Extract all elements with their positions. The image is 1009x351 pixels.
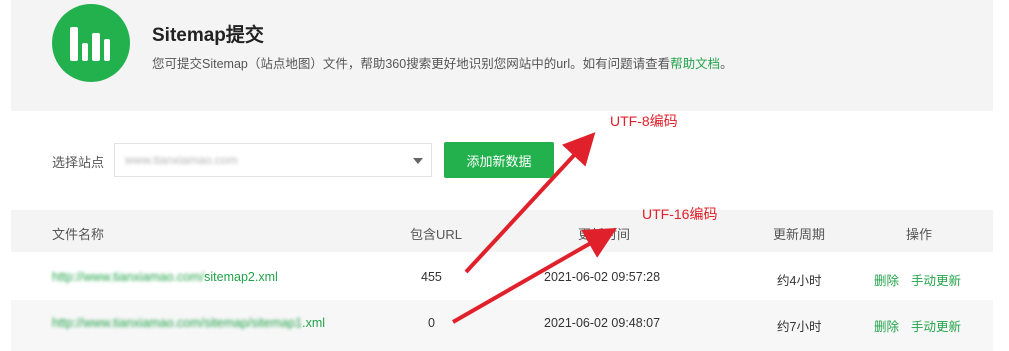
annotation-arrows bbox=[452, 132, 617, 324]
utf16-annotation: UTF-16编码 bbox=[642, 206, 718, 222]
utf8-annotation: UTF-8编码 bbox=[610, 113, 678, 129]
arrow-to-utf16 bbox=[452, 228, 617, 324]
